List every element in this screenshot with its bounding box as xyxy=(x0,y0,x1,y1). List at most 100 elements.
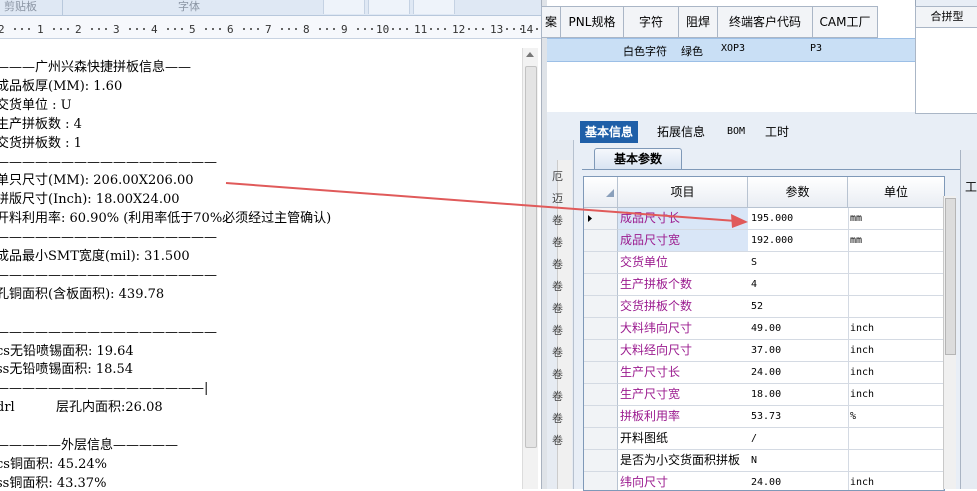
param-item-cell[interactable]: 交货拼板个数 xyxy=(618,296,749,318)
tab-worktime[interactable]: 工时 xyxy=(760,121,794,143)
param-item-cell[interactable]: 生产拼板个数 xyxy=(618,274,749,296)
tab-extended-info[interactable]: 拓展信息 xyxy=(652,121,710,143)
param-unit-cell[interactable]: inch xyxy=(848,472,944,490)
document-line: ————————————————— xyxy=(0,324,217,340)
collapsed-side-panel[interactable]: 工 xyxy=(960,150,977,489)
param-item-cell[interactable]: 生产尺寸长 xyxy=(618,362,749,384)
ruler-tick xyxy=(167,28,169,30)
ruler-tick xyxy=(105,28,107,30)
row-selector[interactable] xyxy=(584,318,618,340)
param-value-cell[interactable]: / xyxy=(748,428,849,450)
row-selector[interactable] xyxy=(584,450,618,472)
side-strip-label: 卷 xyxy=(552,390,563,403)
row-selector[interactable] xyxy=(584,296,618,318)
param-item-cell[interactable]: 是否为小交货面积拼板 xyxy=(618,450,749,472)
document-line: 单只尺寸(MM): 206.00X206.00 xyxy=(0,173,194,189)
param-unit-cell[interactable]: % xyxy=(848,406,944,428)
top-grid-header-mask[interactable]: 阻焊 xyxy=(678,6,717,38)
param-item-cell[interactable]: 开料图纸 xyxy=(618,428,749,450)
row-selector[interactable] xyxy=(584,428,618,450)
document-scrollbar[interactable] xyxy=(522,48,538,489)
ribbon-button[interactable] xyxy=(323,0,365,14)
param-unit-cell[interactable]: inch xyxy=(848,362,944,384)
ruler-number: 2 xyxy=(0,23,5,36)
param-unit-cell[interactable] xyxy=(848,428,944,450)
param-unit-cell[interactable]: inch xyxy=(848,340,944,362)
param-item-cell[interactable]: 拼板利用率 xyxy=(618,406,749,428)
row-selector[interactable] xyxy=(584,340,618,362)
param-value-cell[interactable]: 192.000 xyxy=(748,230,849,252)
row-selector[interactable] xyxy=(584,208,618,230)
row-selector[interactable] xyxy=(584,384,618,406)
param-unit-cell[interactable] xyxy=(848,274,944,296)
ribbon-button[interactable] xyxy=(413,0,455,14)
param-item-cell[interactable]: 交货单位 xyxy=(618,252,749,274)
param-item-cell[interactable]: 成品尺寸长 xyxy=(618,208,749,230)
row-selector[interactable] xyxy=(584,362,618,384)
param-unit-cell[interactable] xyxy=(848,450,944,472)
param-item-cell[interactable]: 成品尺寸宽 xyxy=(618,230,749,252)
top-grid-header-customer-code[interactable]: 终端客户代码 xyxy=(717,6,812,38)
side-strip-label: 卷 xyxy=(552,302,563,315)
param-value-cell[interactable]: 49.00 xyxy=(748,318,849,340)
param-item-cell[interactable]: 纬向尺寸 xyxy=(618,472,749,490)
ruler-tick xyxy=(444,28,446,30)
param-value-cell[interactable]: 24.00 xyxy=(748,362,849,384)
current-row-arrow-icon xyxy=(588,215,592,222)
ribbon-group-font[interactable]: 字体 xyxy=(178,0,200,14)
param-value-cell[interactable]: 195.000 xyxy=(748,208,849,230)
param-item-cell[interactable]: 大料纬向尺寸 xyxy=(618,318,749,340)
ruler-tick xyxy=(250,28,252,30)
ruler-number: 3 xyxy=(113,23,120,36)
ribbon-group-clipboard[interactable]: 剪贴板 xyxy=(4,0,37,14)
ruler-number: 12 xyxy=(452,23,466,36)
param-value-cell[interactable]: 18.00 xyxy=(748,384,849,406)
param-value-cell[interactable]: 4 xyxy=(748,274,849,296)
scroll-up-arrow-icon[interactable] xyxy=(526,52,534,57)
param-unit-cell[interactable] xyxy=(848,252,944,274)
param-item-cell[interactable]: 大料经向尺寸 xyxy=(618,340,749,362)
row-selector[interactable] xyxy=(584,252,618,274)
grid-header-value[interactable]: 参数 xyxy=(748,177,848,208)
ruler-tick xyxy=(430,28,432,30)
param-item-cell[interactable]: 生产尺寸宽 xyxy=(618,384,749,406)
param-value-cell[interactable]: 24.00 xyxy=(748,472,849,490)
param-unit-cell[interactable] xyxy=(848,296,944,318)
param-value-cell[interactable]: S xyxy=(748,252,849,274)
params-grid-scrollbar[interactable] xyxy=(943,196,956,489)
param-unit-cell[interactable]: inch xyxy=(848,318,944,340)
top-grid-selected-row[interactable]: 白色字符 绿色 XOP3 P3 xyxy=(547,38,915,62)
horizontal-ruler[interactable]: 2 1 2 3 4 5 6 7 8 9 10 11 12 13 14 xyxy=(0,16,541,39)
side-strip-label: 卷 xyxy=(552,280,563,293)
param-unit-cell[interactable]: inch xyxy=(848,384,944,406)
row-selector[interactable] xyxy=(584,406,618,428)
param-value-cell[interactable]: N xyxy=(748,450,849,472)
tab-basic-params[interactable]: 基本参数 xyxy=(594,148,682,169)
row-selector[interactable] xyxy=(584,472,618,490)
grid-header-item[interactable]: 项目 xyxy=(618,177,748,208)
tab-basic-info[interactable]: 基本信息 xyxy=(580,121,639,143)
document-line: 交货拼板数 : 1 xyxy=(0,135,82,151)
scrollbar-thumb[interactable] xyxy=(945,198,956,355)
tab-bom[interactable]: BOM xyxy=(722,121,750,143)
param-unit-cell[interactable]: mm xyxy=(848,208,944,230)
param-value-cell[interactable]: 37.00 xyxy=(748,340,849,362)
ruler-tick xyxy=(482,28,484,30)
ruler-tick xyxy=(129,28,131,30)
top-grid-header-cam[interactable]: CAM工厂 xyxy=(812,6,878,38)
top-grid-header-pnl[interactable]: PNL规格 xyxy=(560,6,623,38)
ruler-tick xyxy=(392,28,394,30)
grid-header-unit[interactable]: 单位 xyxy=(848,177,944,208)
ruler-tick xyxy=(536,28,538,30)
top-grid-header-char[interactable]: 字符 xyxy=(623,6,678,38)
param-value-cell[interactable]: 53.73 xyxy=(748,406,849,428)
collapsed-panel-label: 工 xyxy=(965,180,977,194)
merge-panel-header[interactable]: 合拼型 xyxy=(916,7,977,28)
ribbon-button[interactable] xyxy=(368,0,410,14)
top-grid-header[interactable]: 案 xyxy=(541,6,560,38)
row-selector[interactable] xyxy=(584,230,618,252)
row-selector[interactable] xyxy=(584,274,618,296)
scrollbar-thumb[interactable] xyxy=(525,66,537,448)
param-value-cell[interactable]: 52 xyxy=(748,296,849,318)
param-unit-cell[interactable]: mm xyxy=(848,230,944,252)
